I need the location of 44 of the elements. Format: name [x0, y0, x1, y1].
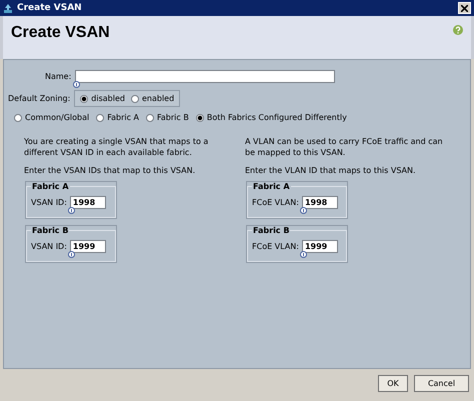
help-icon[interactable] [453, 25, 463, 35]
group-title: Fabric B [252, 226, 290, 235]
info-icon [300, 207, 307, 214]
dialog-button[interactable]: Cancel [414, 374, 469, 392]
radio-button[interactable] [196, 114, 204, 122]
dialog-button[interactable]: OK [378, 374, 408, 392]
default-zoning-label: Default Zoning: [8, 94, 70, 103]
radio-button[interactable] [130, 94, 139, 102]
info-icon [68, 251, 75, 258]
description-text: A VLAN can be used to carry FCoE traffic and can be mapped to this VSAN. [245, 136, 444, 158]
radio-label[interactable]: enabled [142, 94, 174, 103]
radio-button[interactable] [146, 114, 154, 122]
info-icon [73, 81, 80, 88]
radio-button[interactable] [14, 114, 22, 122]
field-label: FCoE VLAN: [252, 242, 299, 251]
radio-label[interactable]: Fabric A [107, 113, 140, 122]
radio-label[interactable]: Fabric B [157, 113, 189, 122]
info-icon [68, 207, 75, 214]
window-title: Create VSAN [17, 3, 83, 13]
id-field[interactable]: 1999 [302, 240, 338, 253]
group-title: Fabric B [31, 226, 70, 235]
id-field[interactable]: 1998 [70, 196, 106, 209]
id-field[interactable]: 1999 [70, 240, 106, 253]
group-title: Fabric A [252, 182, 291, 191]
info-icon [300, 251, 307, 258]
radio-button[interactable] [80, 94, 88, 102]
radio-button[interactable] [96, 114, 104, 122]
group-title: Fabric A [31, 182, 70, 191]
dialog-title: Create VSAN [11, 24, 110, 42]
field-label: VSAN ID: [31, 242, 67, 251]
id-field[interactable]: 1998 [302, 196, 338, 209]
close-icon [461, 4, 468, 12]
instruction-text: Enter the VLAN ID that maps to this VSAN. [245, 165, 417, 176]
instruction-text: Enter the VSAN IDs that map to this VSAN. [24, 165, 196, 176]
radio-label[interactable]: disabled [91, 94, 125, 103]
field-label: FCoE VLAN: [252, 198, 299, 207]
radio-label[interactable]: Common/Global [25, 113, 90, 122]
radio-label[interactable]: Both Fabrics Configured Differently [206, 113, 347, 122]
app-icon [3, 4, 13, 12]
name-label: Name: [45, 72, 72, 81]
field-label: VSAN ID: [31, 198, 67, 207]
name-field[interactable] [75, 70, 336, 83]
close-button[interactable] [458, 2, 471, 14]
description-text: You are creating a single VSAN that maps to a different VSAN ID in each available fabric. [24, 136, 209, 158]
